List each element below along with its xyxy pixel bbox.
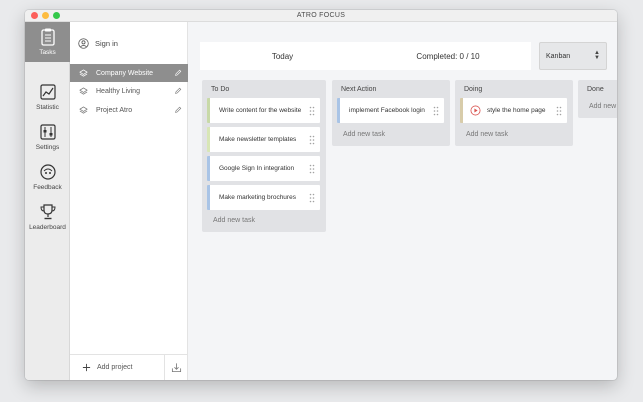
project-sidebar: Sign in Company Website Healthy Living P… (70, 22, 188, 380)
column-title: Done (587, 86, 604, 93)
nav-statistic[interactable]: Statistic (25, 77, 70, 117)
column-done: Done Add new task (578, 80, 617, 118)
drag-handle-icon[interactable] (309, 135, 315, 145)
project-item-healthy-living[interactable]: Healthy Living (70, 82, 188, 100)
nav-leaderboard[interactable]: Leaderboard (25, 197, 70, 237)
project-item-company-website[interactable]: Company Website (70, 64, 188, 82)
task-label: implement Facebook login (349, 107, 425, 114)
nav-label-tasks: Tasks (39, 49, 56, 56)
task-label: Write content for the website (219, 107, 302, 114)
sign-in-label: Sign in (95, 39, 118, 48)
column-title: Next Action (341, 86, 377, 93)
edit-icon[interactable] (174, 106, 182, 114)
close-window-button[interactable] (31, 12, 38, 19)
task-card[interactable]: implement Facebook login (337, 98, 444, 123)
user-icon (78, 38, 89, 49)
view-mode-select[interactable]: Kanban ▲ ▼ (539, 42, 607, 70)
clipboard-icon (40, 28, 55, 46)
drag-handle-icon[interactable] (309, 193, 315, 203)
nav-feedback[interactable]: Feedback (25, 157, 70, 197)
task-card[interactable]: Write content for the website (207, 98, 320, 123)
minimize-window-button[interactable] (42, 12, 49, 19)
add-project-label: Add project (97, 364, 133, 371)
nav-label-feedback: Feedback (33, 184, 62, 191)
main-board-area: Today Completed: 0 / 10 Kanban ▲ ▼ To Do … (188, 22, 617, 380)
layers-icon (79, 68, 88, 77)
column-doing: Doing style the home page Add new task (455, 80, 573, 146)
plus-icon (82, 363, 91, 372)
add-task-button-done[interactable]: Add new task (589, 103, 617, 110)
project-label: Project Atro (96, 106, 133, 114)
edit-icon[interactable] (174, 69, 182, 77)
column-next-action: Next Action implement Facebook login Add… (332, 80, 450, 146)
title-bar: ATRO FOCUS (25, 10, 617, 22)
task-card[interactable]: Make newsletter templates (207, 127, 320, 152)
layers-icon (79, 86, 88, 95)
add-task-button-todo[interactable]: Add new task (213, 217, 255, 224)
nav-settings[interactable]: Settings (25, 117, 70, 157)
today-label[interactable]: Today (200, 52, 365, 61)
add-project-button[interactable]: Add project (82, 363, 164, 372)
task-card[interactable]: style the home page (460, 98, 567, 123)
task-label: Google Sign In integration (219, 165, 295, 172)
import-button[interactable] (164, 354, 188, 380)
task-label: style the home page (487, 107, 546, 114)
sidebar-footer: Add project (70, 354, 188, 380)
project-item-project-atro[interactable]: Project Atro (70, 101, 188, 119)
column-todo: To Do Write content for the website Make… (202, 80, 326, 232)
nav-label-settings: Settings (35, 144, 60, 151)
task-label: Make marketing brochures (219, 194, 296, 201)
chart-icon (39, 84, 56, 100)
nav-label-statistic: Statistic (36, 104, 59, 111)
maximize-window-button[interactable] (53, 12, 60, 19)
column-title: Doing (464, 86, 483, 93)
nav-label-leaderboard: Leaderboard (29, 224, 66, 231)
layers-icon (79, 105, 88, 114)
nav-tasks[interactable]: Tasks (25, 22, 70, 62)
settings-icon (39, 124, 56, 140)
project-label: Company Website (96, 69, 154, 77)
select-arrows-icon: ▲ ▼ (594, 50, 600, 61)
edit-icon[interactable] (174, 87, 182, 95)
drag-handle-icon[interactable] (433, 106, 439, 116)
add-task-button-doing[interactable]: Add new task (466, 131, 508, 138)
icon-navigation: Tasks Statistic Settings Feedback Leader… (25, 22, 70, 380)
add-task-button-next-action[interactable]: Add new task (343, 131, 385, 138)
column-title: To Do (211, 86, 230, 93)
trophy-icon (39, 204, 56, 220)
drag-handle-icon[interactable] (309, 106, 315, 116)
task-card[interactable]: Google Sign In integration (207, 156, 320, 181)
task-label: Make newsletter templates (219, 136, 297, 143)
drag-handle-icon[interactable] (556, 106, 562, 116)
app-window: ATRO FOCUS Tasks Statistic Settings Feed… (25, 10, 617, 380)
drag-handle-icon[interactable] (309, 164, 315, 174)
download-icon (171, 363, 182, 373)
window-controls (31, 12, 60, 19)
task-card[interactable]: Make marketing brochures (207, 185, 320, 210)
sign-in-button[interactable]: Sign in (78, 38, 118, 49)
board-header: Today Completed: 0 / 10 (200, 42, 531, 70)
project-label: Healthy Living (96, 87, 140, 95)
play-icon[interactable] (470, 105, 481, 116)
view-mode-value: Kanban (546, 52, 571, 60)
completed-counter: Completed: 0 / 10 (416, 51, 480, 61)
app-title: ATRO FOCUS (296, 12, 346, 19)
feedback-icon (39, 164, 56, 180)
